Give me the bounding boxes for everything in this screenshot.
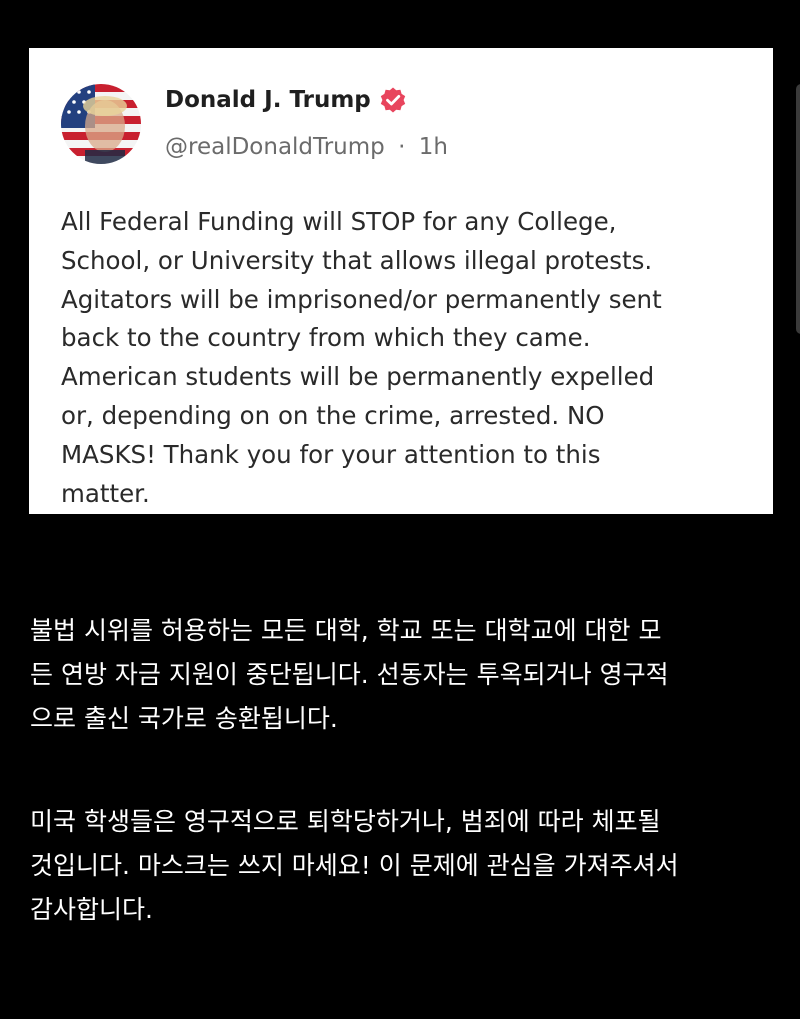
scrollbar-handle[interactable] bbox=[796, 84, 800, 334]
avatar[interactable] bbox=[61, 84, 141, 164]
verified-badge-icon bbox=[379, 86, 407, 114]
portrait-flag-avatar-icon bbox=[61, 84, 141, 164]
translation-paragraph-2: 미국 학생들은 영구적으로 퇴학당하거나, 범죄에 따라 체포될 것입니다. 마… bbox=[30, 807, 679, 924]
author-name[interactable]: Donald J. Trump bbox=[165, 87, 371, 113]
post-card: Donald J. Trump @realDonaldTrump · 1h Al… bbox=[29, 48, 773, 514]
author-name-row[interactable]: Donald J. Trump bbox=[165, 86, 407, 114]
post-timestamp[interactable]: 1h bbox=[419, 134, 448, 160]
meta-separator: · bbox=[398, 134, 406, 160]
translation-paragraph-1: 불법 시위를 허용하는 모든 대학, 학교 또는 대학교에 대한 모 든 연방 … bbox=[30, 616, 669, 733]
user-handle[interactable]: @realDonaldTrump bbox=[165, 134, 385, 160]
post-body: All Federal Funding will STOP for any Co… bbox=[61, 207, 662, 508]
handle-line: @realDonaldTrump · 1h bbox=[165, 134, 448, 160]
